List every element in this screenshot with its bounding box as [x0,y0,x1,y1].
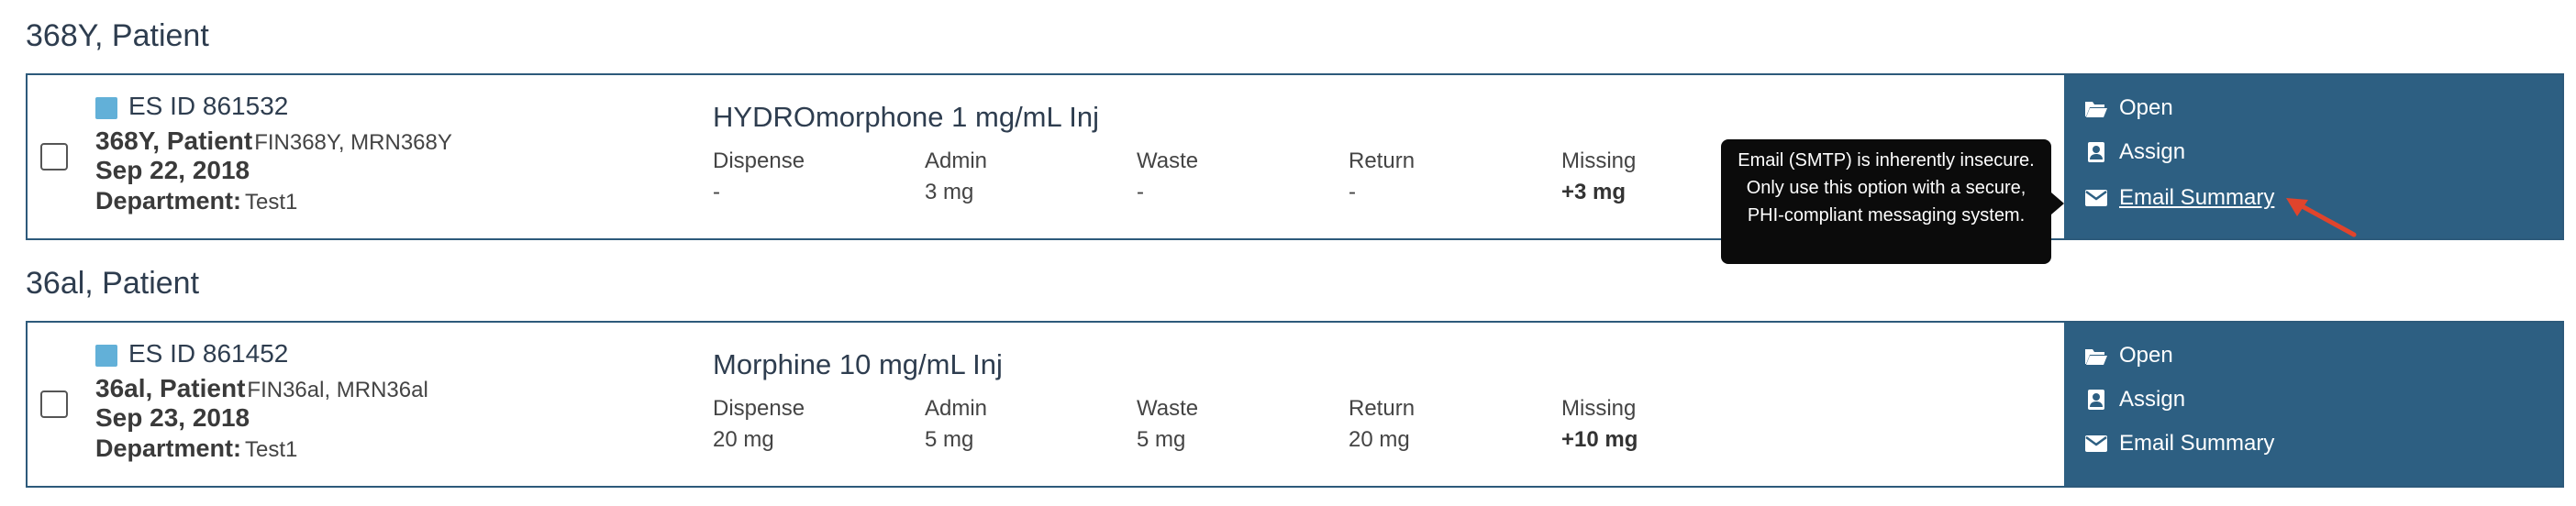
email-summary-button[interactable]: Email Summary [2084,185,2274,211]
select-checkbox[interactable] [40,390,68,418]
return-label: Return [1349,396,1416,421]
department: Department: Test1 [95,434,298,462]
assign-button[interactable]: Assign [2084,139,2185,165]
waste-label: Waste [1137,148,1199,173]
email-security-tooltip: Email (SMTP) is inherently insecure. Onl… [1721,139,2051,264]
open-button[interactable]: Open [2084,343,2173,368]
assign-button[interactable]: Assign [2084,387,2185,412]
department-value: Test1 [245,437,298,462]
missing-label: Missing [1561,396,1637,421]
event-date: Sep 23, 2018 [95,403,250,432]
envelope-icon [2085,435,2107,452]
open-label: Open [2119,95,2173,120]
patient-card: ES ID 861532 368Y, PatientFIN368Y, MRN36… [26,73,2564,240]
email-summary-label: Email Summary [2119,185,2275,210]
es-badge-icon [95,345,117,367]
folder-open-icon [2085,349,2107,365]
admin-label: Admin [925,396,988,421]
folder-open-icon [2085,102,2107,117]
admin-value: 3 mg [925,180,974,204]
admin-value: 5 mg [925,427,974,452]
missing-value: +3 mg [1561,180,1627,204]
medication-name: HYDROmorphone 1 mg/mL Inj [713,101,1099,133]
department-value: Test1 [245,190,298,214]
dispense-label: Dispense [713,396,805,421]
patient-ids: FIN368Y, MRN368Y [254,130,452,155]
select-checkbox[interactable] [40,143,68,170]
medication-name: Morphine 10 mg/mL Inj [713,348,1003,380]
return-value: - [1349,180,1356,204]
waste-label: Waste [1137,396,1199,421]
patient-group-title: 368Y, Patient [26,18,209,53]
email-summary-label: Email Summary [2119,431,2275,456]
actions-panel: Open Assign Email Summary [2064,323,2562,486]
return-value: 20 mg [1349,427,1410,452]
dispense-value: - [713,180,720,204]
dispense-value: 20 mg [713,427,774,452]
return-label: Return [1349,148,1416,173]
email-summary-button[interactable]: Email Summary [2084,431,2274,456]
department: Department: Test1 [95,187,298,214]
missing-value: +10 mg [1561,427,1638,452]
event-date: Sep 22, 2018 [95,156,250,184]
waste-value: - [1137,180,1144,204]
es-id: ES ID 861532 [128,92,289,120]
patient-name: 36al, PatientFIN36al, MRN36al [95,374,428,402]
assign-label: Assign [2119,387,2186,412]
envelope-icon [2085,190,2107,206]
open-button[interactable]: Open [2084,95,2173,121]
waste-value: 5 mg [1137,427,1186,452]
patient-group-title: 36al, Patient [26,266,200,301]
user-badge-icon [2088,390,2104,410]
dispense-label: Dispense [713,148,805,173]
user-badge-icon [2088,142,2104,162]
open-label: Open [2119,343,2173,368]
missing-label: Missing [1561,148,1637,173]
red-arrow-icon [2286,198,2357,237]
patient-name: 368Y, PatientFIN368Y, MRN368Y [95,126,452,155]
assign-label: Assign [2119,139,2186,164]
tooltip-pointer [2051,192,2064,214]
patient-card: ES ID 861452 36al, PatientFIN36al, MRN36… [26,321,2564,488]
es-id: ES ID 861452 [128,339,289,368]
patient-ids: FIN36al, MRN36al [247,378,428,402]
es-badge-icon [95,97,117,119]
admin-label: Admin [925,148,988,173]
